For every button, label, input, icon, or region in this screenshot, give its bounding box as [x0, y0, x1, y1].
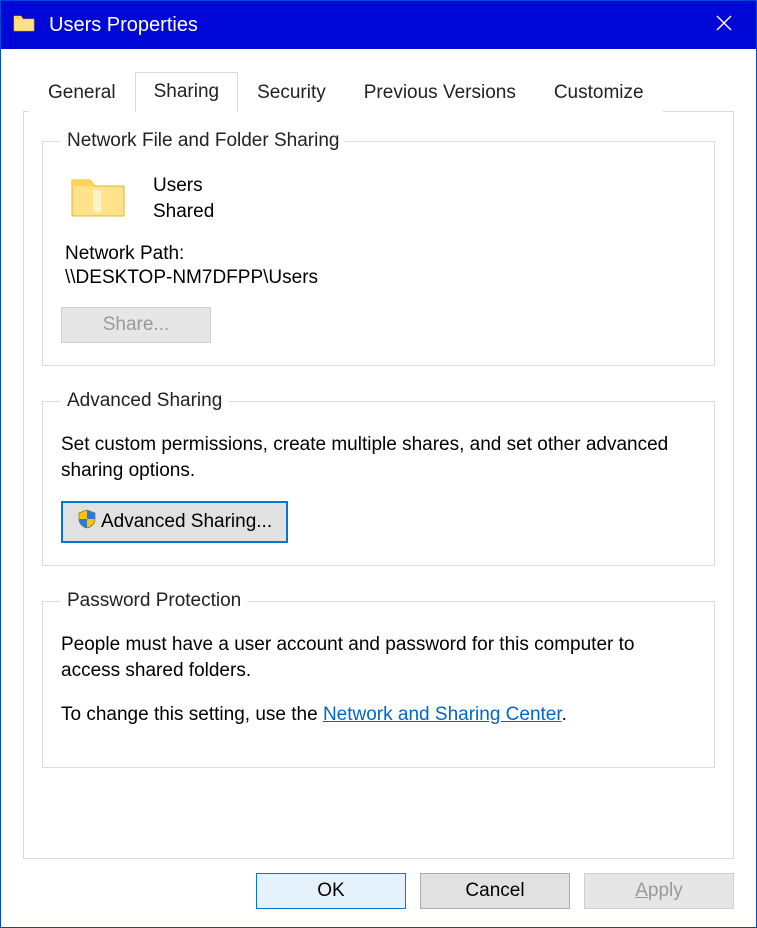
window-title: Users Properties	[49, 14, 704, 37]
advanced-sharing-button-label: Advanced Sharing...	[101, 511, 272, 533]
tab-strip: General Sharing Security Previous Versio…	[23, 71, 734, 111]
advanced-desc: Set custom permissions, create multiple …	[61, 432, 696, 483]
tab-general[interactable]: General	[29, 73, 135, 112]
group-password-legend: Password Protection	[61, 590, 247, 612]
tab-previous-versions[interactable]: Previous Versions	[345, 73, 535, 112]
folder-info-row: Users Shared	[69, 172, 696, 225]
group-password-protection: Password Protection People must have a u…	[42, 590, 715, 768]
network-path-value: \\DESKTOP-NM7DFPP\Users	[65, 267, 696, 289]
tab-sharing[interactable]: Sharing	[135, 72, 239, 112]
shield-icon	[77, 509, 97, 535]
group-network-sharing: Network File and Folder Sharing Users Sh…	[42, 130, 715, 366]
network-path-label: Network Path:	[65, 243, 696, 265]
apply-button: Apply	[584, 873, 734, 909]
tab-customize[interactable]: Customize	[535, 73, 663, 112]
properties-dialog: Users Properties General Sharing Securit…	[0, 0, 757, 928]
folder-large-icon	[69, 172, 127, 225]
folder-name: Users	[153, 173, 214, 199]
group-network-legend: Network File and Folder Sharing	[61, 130, 345, 152]
share-status: Shared	[153, 199, 214, 225]
advanced-sharing-button[interactable]: Advanced Sharing...	[61, 501, 288, 543]
cancel-button[interactable]: Cancel	[420, 873, 570, 909]
group-advanced-legend: Advanced Sharing	[61, 390, 228, 412]
password-desc-1: People must have a user account and pass…	[61, 632, 696, 683]
ok-button[interactable]: OK	[256, 873, 406, 909]
close-button[interactable]	[704, 14, 744, 37]
network-sharing-center-link[interactable]: Network and Sharing Center	[323, 704, 562, 725]
content-area: General Sharing Security Previous Versio…	[1, 49, 756, 859]
tab-security[interactable]: Security	[238, 73, 345, 112]
close-icon	[715, 14, 733, 32]
share-button: Share...	[61, 307, 211, 343]
group-advanced-sharing: Advanced Sharing Set custom permissions,…	[42, 390, 715, 566]
titlebar: Users Properties	[1, 1, 756, 49]
password-desc-2: To change this setting, use the Network …	[61, 702, 696, 728]
tab-panel-sharing: Network File and Folder Sharing Users Sh…	[23, 111, 734, 859]
dialog-footer: OK Cancel Apply	[1, 859, 756, 927]
folder-icon	[13, 13, 35, 38]
